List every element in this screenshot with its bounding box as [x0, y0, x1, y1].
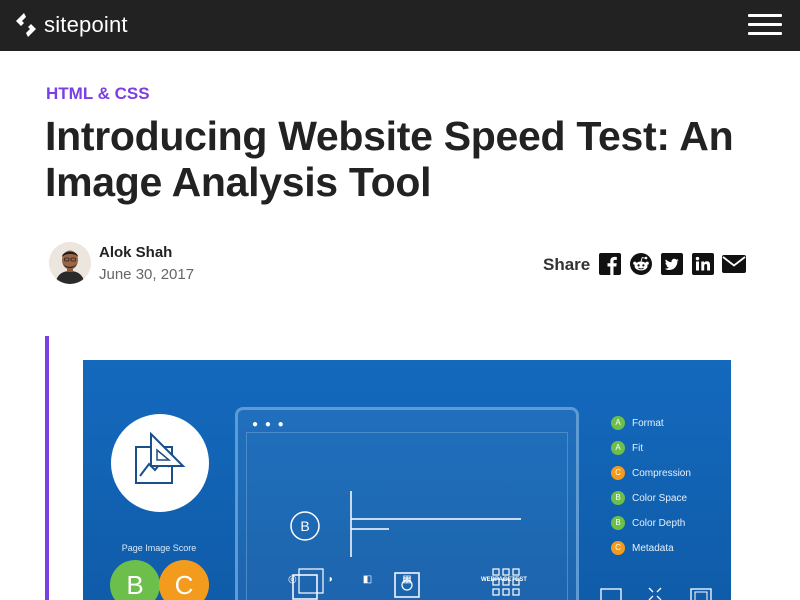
firefox-icon: ◑: [326, 574, 333, 585]
email-icon[interactable]: [722, 253, 746, 275]
article-title: Introducing Website Speed Test: An Image…: [45, 113, 734, 205]
share-label: Share: [543, 255, 591, 274]
feature-label: Fit: [632, 442, 644, 454]
feature-grade-badge: C: [611, 466, 625, 480]
feature-grade-badge: B: [611, 516, 625, 530]
feature-format: A Format: [611, 415, 664, 431]
browser-logo-row: ◎ ◑ ◧ ▦: [288, 574, 412, 585]
feature-color-depth: B Color Depth: [611, 515, 685, 531]
feature-label: Compression: [632, 467, 691, 479]
image-ruler-icon: [135, 431, 186, 484]
feature-compression: C Compression: [611, 465, 691, 481]
feature-grade-badge: B: [611, 491, 625, 505]
feature-label: Metadata: [632, 542, 674, 554]
feature-label: Format: [632, 417, 664, 429]
publish-date: June 30, 2017: [99, 266, 195, 283]
image-analysis-badge: [111, 414, 209, 512]
linkedin-icon[interactable]: [691, 253, 715, 275]
feature-fit: A Fit: [611, 440, 643, 456]
browser-grade-badge: B: [300, 518, 309, 534]
grid-icon: ▦: [402, 574, 412, 585]
logo-text: sitepoint: [44, 12, 128, 37]
facebook-icon[interactable]: [598, 253, 622, 275]
feature-label: Color Depth: [632, 517, 686, 529]
browser-window-illustration: ● ● ● B: [235, 407, 579, 600]
chrome-icon: ◎: [288, 574, 297, 585]
top-navigation-bar: sitepoint: [0, 0, 800, 51]
edge-icon: ◧: [362, 574, 373, 585]
author-avatar[interactable]: [49, 242, 91, 284]
sitepoint-logo[interactable]: sitepoint: [14, 11, 128, 39]
twitter-icon[interactable]: [660, 253, 684, 275]
tool-icons-row: [600, 587, 712, 600]
feature-metadata: C Metadata: [611, 540, 674, 556]
webpagetest-logo: WEBPAGETEST: [481, 577, 527, 583]
feature-color-space: B Color Space: [611, 490, 687, 506]
author-name-link[interactable]: Alok Shah: [99, 244, 172, 261]
grade-badge: C: [159, 560, 209, 600]
feature-label: Color Space: [632, 492, 688, 504]
hamburger-menu-icon[interactable]: [748, 14, 784, 38]
article-category-link[interactable]: HTML & CSS: [46, 84, 150, 104]
feature-grade-badge: C: [611, 541, 625, 555]
avatar-portrait-icon: [49, 242, 91, 284]
window-dots-icon: ● ● ●: [252, 419, 286, 430]
featured-image: Page Image Score B C ● ● ● B ◎ ◑ ◧ ▦ WEB…: [83, 360, 731, 600]
feature-grade-badge: A: [611, 441, 625, 455]
grade-badge: B: [110, 560, 160, 600]
reddit-icon[interactable]: [629, 253, 653, 275]
page-image-score-label: Page Image Score: [121, 543, 197, 553]
feature-grade-badge: A: [611, 416, 625, 430]
sitepoint-logo-icon: [16, 13, 36, 37]
featured-image-accent-bar: [45, 336, 49, 600]
